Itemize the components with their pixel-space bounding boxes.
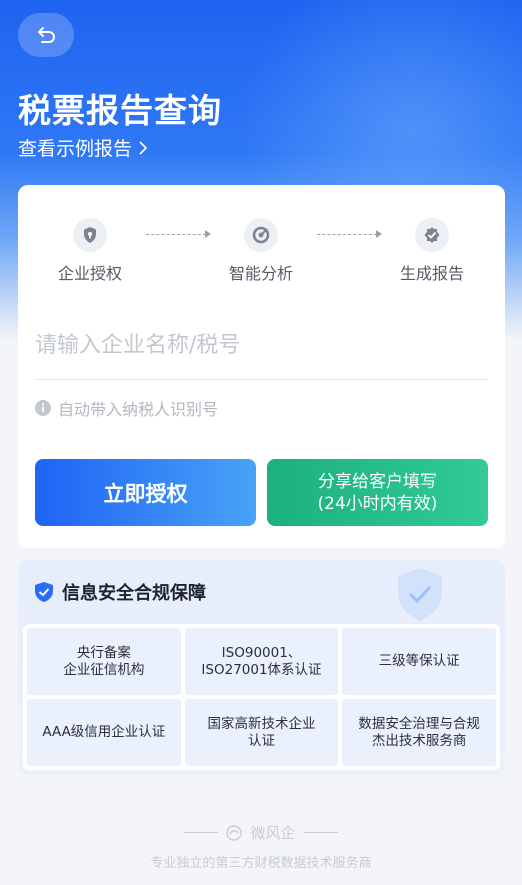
step-authorize: 企业授权 bbox=[45, 218, 135, 284]
step-label: 生成报告 bbox=[399, 264, 464, 283]
query-card: 企业授权 智能分析 生成报告 请输入企业名称/税号 自动带入纳税人识别号 立即授… bbox=[18, 185, 505, 548]
divider bbox=[303, 832, 338, 833]
step-label: 企业授权 bbox=[57, 264, 122, 283]
brand-logo-icon bbox=[226, 824, 243, 841]
step-generate: 生成报告 bbox=[387, 218, 477, 284]
security-header: 信息安全合规保障 bbox=[34, 579, 206, 605]
hint-text: 自动带入纳税人识别号 bbox=[58, 400, 219, 419]
share-button-sublabel: (24小时内有效) bbox=[317, 493, 438, 514]
security-title: 信息安全合规保障 bbox=[62, 583, 206, 604]
certification-item: ISO90001、 ISO27001体系认证 bbox=[184, 628, 339, 695]
analysis-icon bbox=[244, 218, 278, 252]
share-to-client-button[interactable]: 分享给客户填写 (24小时内有效) bbox=[267, 459, 488, 526]
back-button[interactable] bbox=[18, 13, 74, 57]
divider bbox=[184, 832, 219, 833]
cert-line: ISO27001体系认证 bbox=[201, 661, 322, 678]
certification-item: 国家高新技术企业 认证 bbox=[184, 699, 339, 766]
certification-item: 三级等保认证 bbox=[342, 628, 496, 695]
certification-item: AAA级信用企业认证 bbox=[27, 699, 181, 766]
cert-line: 央行备案 bbox=[76, 644, 131, 661]
footer: 微风企 专业独立的第三方财税数据技术服务商 bbox=[0, 822, 522, 871]
badge-check-icon bbox=[415, 218, 449, 252]
authorize-now-button[interactable]: 立即授权 bbox=[35, 459, 256, 526]
footer-brand: 微风企 bbox=[0, 822, 522, 843]
share-button-label: 分享给客户填写 bbox=[318, 471, 437, 492]
step-connector bbox=[317, 230, 382, 238]
brand-name: 微风企 bbox=[250, 824, 296, 842]
footer-tagline: 专业独立的第三方财税数据技术服务商 bbox=[150, 856, 372, 871]
sample-link-label: 查看示例报告 bbox=[18, 138, 133, 160]
shield-decoration-icon bbox=[398, 568, 442, 621]
progress-steps: 企业授权 智能分析 生成报告 bbox=[18, 185, 505, 295]
chevron-right-icon bbox=[139, 140, 148, 155]
auto-fill-hint: 自动带入纳税人识别号 bbox=[35, 396, 218, 420]
cert-line: 杰出技术服务商 bbox=[371, 732, 467, 749]
step-analysis: 智能分析 bbox=[216, 218, 306, 284]
company-input-wrapper bbox=[35, 315, 488, 380]
certification-grid: 央行备案 企业征信机构 ISO90001、 ISO27001体系认证 三级等保认… bbox=[23, 624, 500, 770]
cert-line: 企业征信机构 bbox=[63, 661, 145, 678]
page-title: 税票报告查询 bbox=[18, 91, 222, 130]
cert-line: 国家高新技术企业 bbox=[207, 715, 316, 732]
shield-check-icon bbox=[35, 582, 53, 602]
certification-item: 数据安全治理与合规 杰出技术服务商 bbox=[342, 699, 496, 766]
cert-line: ISO90001、 bbox=[221, 644, 302, 661]
cert-line: 认证 bbox=[247, 732, 275, 749]
company-name-tax-id-input[interactable] bbox=[35, 315, 488, 375]
step-connector bbox=[146, 230, 211, 238]
info-icon bbox=[35, 400, 51, 416]
certification-item: 央行备案 企业征信机构 bbox=[27, 628, 181, 695]
security-compliance-card: 信息安全合规保障 央行备案 企业征信机构 ISO90001、 ISO27001体… bbox=[18, 560, 505, 775]
step-label: 智能分析 bbox=[228, 264, 293, 283]
shield-lock-icon bbox=[73, 218, 107, 252]
back-arrow-icon bbox=[38, 27, 55, 43]
cert-line: 三级等保认证 bbox=[378, 653, 460, 669]
cert-line: 数据安全治理与合规 bbox=[358, 715, 480, 732]
view-sample-report-link[interactable]: 查看示例报告 bbox=[18, 134, 148, 161]
cert-line: AAA级信用企业认证 bbox=[42, 724, 166, 740]
